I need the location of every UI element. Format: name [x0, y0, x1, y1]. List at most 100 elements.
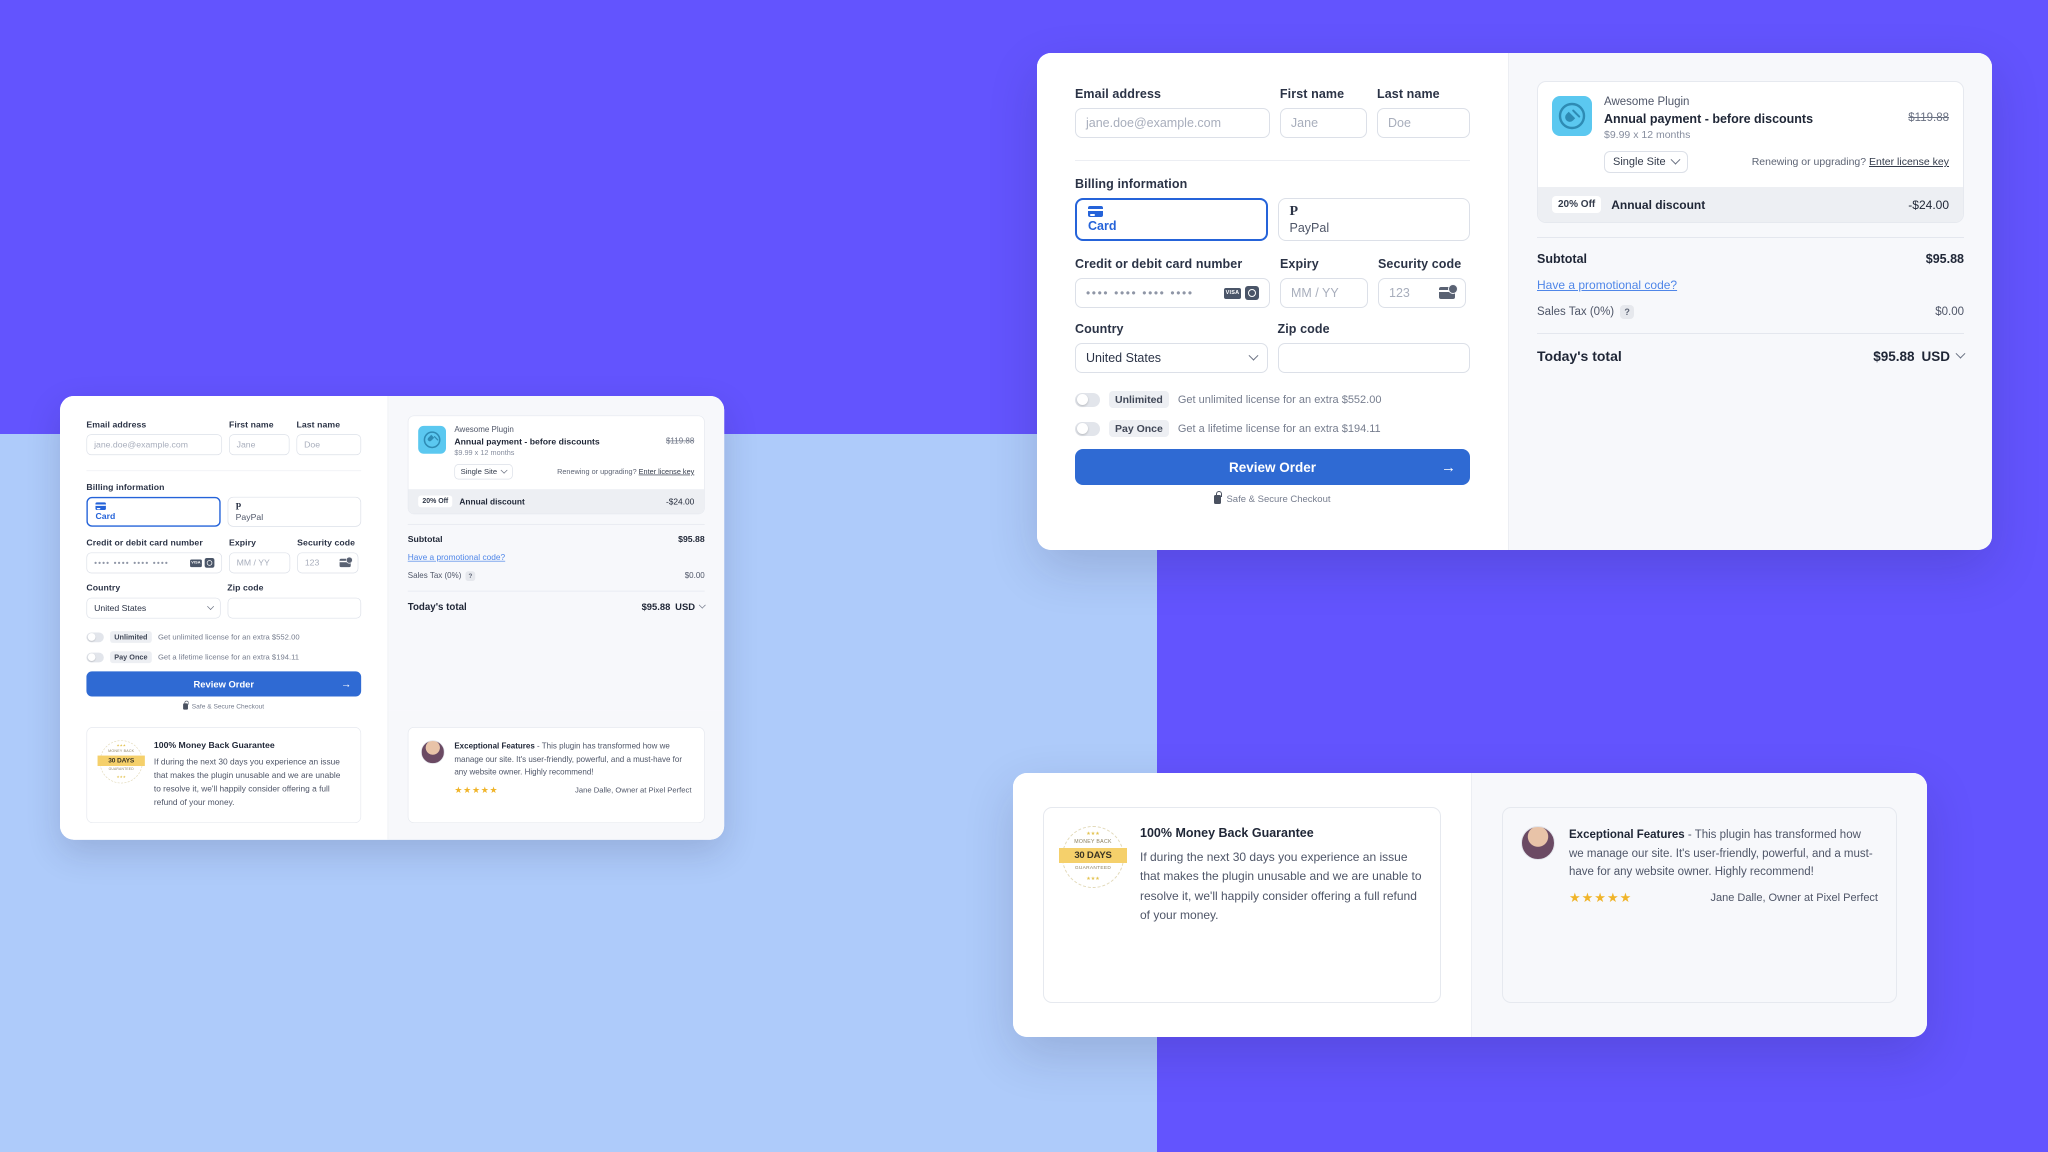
- plugin-icon: [1552, 96, 1592, 136]
- testimonial-author: Jane Dalle, Owner at Pixel Perfect: [1710, 891, 1878, 904]
- subtotal-value: $95.88: [1925, 252, 1964, 266]
- last-name-input[interactable]: Doe: [1377, 108, 1471, 138]
- chevron-down-icon[interactable]: [698, 601, 706, 609]
- first-name-input[interactable]: Jane: [228, 434, 290, 456]
- help-icon[interactable]: ?: [465, 571, 476, 582]
- email-input[interactable]: jane.doe@example.com: [86, 434, 222, 456]
- upsell-payonce-row[interactable]: Pay Once Get a lifetime license for an e…: [86, 651, 361, 664]
- arrow-right-icon: →: [340, 678, 352, 690]
- country-label: Country: [86, 583, 121, 593]
- discount-label: Annual discount: [1611, 197, 1706, 212]
- sales-tax-label: Sales Tax (0%): [1537, 306, 1615, 318]
- guarantee-body: If during the next 30 days you experienc…: [153, 756, 341, 808]
- pay-once-chip: Pay Once: [1109, 420, 1169, 437]
- diners-club-icon: [1245, 286, 1259, 300]
- product-summary-box: Awesome Plugin Annual payment - before d…: [1537, 81, 1964, 223]
- review-order-button[interactable]: Review Order →: [1075, 449, 1470, 485]
- country-value: United States: [1086, 351, 1162, 365]
- security-code-input[interactable]: 123: [297, 552, 359, 574]
- security-code-label: Security code: [1378, 257, 1462, 271]
- payment-method-paypal[interactable]: P PayPal: [227, 496, 362, 527]
- payment-method-paypal-label: PayPal: [1289, 220, 1330, 235]
- zip-input[interactable]: [1277, 343, 1470, 373]
- expiry-input[interactable]: MM / YY: [229, 552, 291, 574]
- expiry-input[interactable]: MM / YY: [1280, 278, 1368, 308]
- first-name-label: First name: [228, 419, 274, 430]
- last-name-input[interactable]: Doe: [296, 434, 362, 456]
- testimonial-title: Exceptional Features: [454, 742, 535, 751]
- promotional-code-link[interactable]: Have a promotional code?: [1537, 278, 1677, 292]
- payment-method-card[interactable]: Card: [1075, 198, 1268, 241]
- guarantee-heading: 100% Money Back Guarantee: [1140, 826, 1314, 840]
- country-field-group: Country United States: [86, 583, 221, 619]
- sales-tax-value: $0.00: [1935, 306, 1964, 318]
- email-input[interactable]: jane.doe@example.com: [1075, 108, 1270, 138]
- card-number-field-group: Credit or debit card number •••• •••• ••…: [1075, 257, 1270, 308]
- pay-once-chip: Pay Once: [110, 651, 152, 664]
- form-divider: [86, 470, 362, 472]
- unlimited-toggle[interactable]: [86, 632, 104, 642]
- first-name-input[interactable]: Jane: [1279, 108, 1367, 138]
- todays-total-label: Today's total: [407, 601, 467, 613]
- total-divider: [407, 590, 705, 592]
- secondary-checkout-card: Email address jane.doe@example.com First…: [60, 396, 725, 840]
- country-select[interactable]: United States: [1075, 343, 1268, 373]
- seal-bottom-text: GUARANTEED: [1074, 866, 1112, 871]
- license-site-select[interactable]: Single Site: [1604, 151, 1688, 173]
- pay-once-text: Get a lifetime license for an extra $194…: [157, 652, 300, 662]
- license-site-select[interactable]: Single Site: [454, 464, 513, 480]
- upsell-payonce-row[interactable]: Pay Once Get a lifetime license for an e…: [1075, 420, 1470, 437]
- checkout-card: Email address jane.doe@example.com First…: [1037, 53, 1992, 550]
- discount-label: Annual discount: [459, 496, 525, 507]
- card-number-field-group: Credit or debit card number •••• •••• ••…: [86, 538, 223, 574]
- payment-method-card[interactable]: Card: [86, 496, 221, 527]
- renew-upgrade-note: Renewing or upgrading? Enter license key: [1752, 156, 1949, 168]
- first-name-label: First name: [1279, 87, 1345, 101]
- currency-chevron-down-icon[interactable]: [1955, 348, 1966, 359]
- unlimited-chip: Unlimited: [110, 631, 152, 643]
- testimonial-panel: Exceptional Features - This plugin has t…: [1471, 773, 1927, 1037]
- zip-input[interactable]: [227, 597, 362, 619]
- review-order-button[interactable]: Review Order →: [86, 671, 362, 697]
- guarantee-heading: 100% Money Back Guarantee: [153, 740, 275, 751]
- security-code-input[interactable]: 123: [1378, 278, 1466, 308]
- pay-once-toggle[interactable]: [86, 652, 104, 663]
- todays-total-row: Today's total $95.88 USD: [1537, 348, 1966, 364]
- upsell-unlimited-row[interactable]: Unlimited Get unlimited license for an e…: [1075, 391, 1470, 408]
- product-title: Annual payment - before discounts: [1604, 112, 1814, 126]
- promotional-code-link[interactable]: Have a promotional code?: [408, 552, 505, 562]
- testimonial-dash: -: [534, 742, 542, 751]
- lock-icon: [1214, 491, 1223, 504]
- annual-discount-row: 20% Off Annual discount -$24.00: [408, 489, 705, 514]
- form-divider: [1075, 160, 1470, 161]
- paypal-icon: P: [235, 501, 242, 512]
- help-icon[interactable]: ?: [1620, 305, 1635, 319]
- unlimited-toggle[interactable]: [1075, 392, 1100, 407]
- email-label: Email address: [1075, 87, 1162, 101]
- country-select[interactable]: United States: [86, 597, 221, 619]
- avatar: [420, 740, 445, 764]
- subtotal-label: Subtotal: [1537, 252, 1587, 266]
- enter-license-key-link[interactable]: Enter license key: [1869, 156, 1949, 168]
- payment-method-paypal[interactable]: P PayPal: [1277, 198, 1470, 241]
- trust-panel: ★★★ MONEY BACK 30 DAYS GUARANTEED ★★★ 10…: [1013, 773, 1927, 1037]
- enter-license-key-link[interactable]: Enter license key: [639, 468, 695, 476]
- card-number-input[interactable]: •••• •••• •••• •••• VISA: [1075, 278, 1270, 308]
- zip-field-group: Zip code: [227, 583, 362, 619]
- card-number-input[interactable]: •••• •••• •••• •••• VISA: [86, 552, 223, 574]
- upsell-unlimited-row[interactable]: Unlimited Get unlimited license for an e…: [86, 631, 361, 643]
- renew-text: Renewing or upgrading?: [1751, 156, 1867, 168]
- order-summary-panel: Awesome Plugin Annual payment - before d…: [1508, 53, 1992, 550]
- secure-checkout-note: Safe & Secure Checkout: [1075, 491, 1470, 505]
- unlimited-chip: Unlimited: [1109, 391, 1169, 408]
- unlimited-text: Get unlimited license for an extra $552.…: [157, 632, 300, 642]
- card-number-label: Credit or debit card number: [1075, 257, 1243, 271]
- payment-method-card-label: Card: [1088, 219, 1117, 233]
- last-name-label: Last name: [1377, 87, 1440, 101]
- sales-tax-row: Sales Tax (0%) ? $0.00: [1537, 305, 1964, 319]
- pay-once-toggle[interactable]: [1075, 421, 1100, 436]
- last-name-label: Last name: [296, 419, 341, 430]
- country-label: Country: [1075, 322, 1124, 336]
- credit-card-icon: [95, 502, 106, 511]
- money-back-guarantee-box: ★★★ MONEY BACK 30 DAYS GUARANTEED ★★★ 10…: [1043, 807, 1441, 1003]
